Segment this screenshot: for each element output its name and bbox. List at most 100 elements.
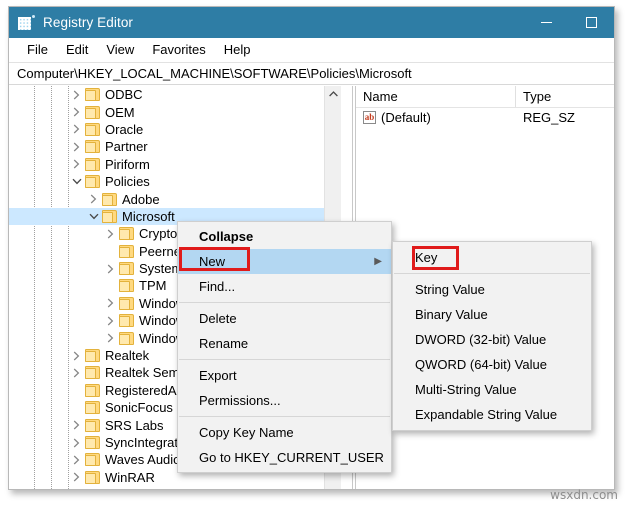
- folder-icon: [85, 366, 100, 380]
- chevron-right-icon[interactable]: [68, 368, 85, 378]
- chevron-down-icon[interactable]: [68, 178, 85, 185]
- title-bar: Registry Editor: [9, 7, 614, 38]
- column-header-name[interactable]: Name: [356, 86, 516, 107]
- registry-values-list[interactable]: ab (Default) REG_SZ: [356, 108, 614, 127]
- chevron-right-icon[interactable]: [102, 264, 119, 274]
- folder-icon: [119, 296, 134, 310]
- context-menu-item-find[interactable]: Find...: [178, 274, 391, 299]
- chevron-right-icon[interactable]: [68, 455, 85, 465]
- context-menu-item-collapse[interactable]: Collapse: [178, 224, 391, 249]
- chevron-right-icon[interactable]: [68, 438, 85, 448]
- menu-item-favorites[interactable]: Favorites: [143, 38, 214, 62]
- chevron-right-icon: ▶: [374, 256, 382, 267]
- folder-icon: [85, 122, 100, 136]
- chevron-right-icon[interactable]: [68, 420, 85, 430]
- chevron-right-icon[interactable]: [102, 298, 119, 308]
- menu-item-file[interactable]: File: [18, 38, 57, 62]
- submenu-item-string-value[interactable]: String Value: [393, 277, 591, 302]
- registry-path-text: Computer\HKEY_LOCAL_MACHINE\SOFTWARE\Pol…: [17, 66, 412, 81]
- tree-item-label: Partner: [105, 139, 148, 155]
- chevron-right-icon[interactable]: [68, 107, 85, 117]
- maximize-button[interactable]: [569, 7, 614, 38]
- column-header-type[interactable]: Type: [516, 86, 614, 107]
- chevron-right-icon[interactable]: [68, 472, 85, 482]
- value-row[interactable]: ab (Default) REG_SZ: [356, 108, 614, 127]
- submenu-item-expandable-string-value[interactable]: Expandable String Value: [393, 402, 591, 427]
- folder-icon: [85, 383, 100, 397]
- submenu-item-qword-64bit-value[interactable]: QWORD (64-bit) Value: [393, 352, 591, 377]
- tree-item-odbc[interactable]: ODBC: [9, 86, 339, 103]
- folder-icon: [85, 401, 100, 415]
- tree-item-label: SRS Labs: [105, 417, 164, 433]
- string-value-icon: ab: [363, 111, 376, 124]
- tree-item-piriform[interactable]: Piriform: [9, 156, 339, 173]
- tree-item-label: Realtek: [105, 348, 150, 364]
- folder-icon: [119, 227, 134, 241]
- chevron-right-icon[interactable]: [68, 124, 85, 134]
- chevron-right-icon[interactable]: [102, 316, 119, 326]
- context-menu-separator: [179, 302, 390, 303]
- registry-editor-icon: [18, 14, 35, 31]
- tree-item-partner[interactable]: Partner: [9, 138, 339, 155]
- tree-item-label: OEM: [105, 104, 135, 120]
- tree-item-oracle[interactable]: Oracle: [9, 121, 339, 138]
- folder-icon: [119, 331, 134, 345]
- context-menu-item-delete[interactable]: Delete: [178, 306, 391, 331]
- submenu-separator: [394, 273, 590, 274]
- chevron-right-icon[interactable]: [102, 333, 119, 343]
- menu-item-view[interactable]: View: [97, 38, 143, 62]
- menu-item-help[interactable]: Help: [215, 38, 260, 62]
- minimize-button[interactable]: [524, 7, 569, 38]
- tree-item-label: Microsoft: [122, 208, 175, 224]
- chevron-right-icon[interactable]: [85, 194, 102, 204]
- list-column-headers: Name Type: [356, 86, 614, 108]
- context-menu-item-rename[interactable]: Rename: [178, 331, 391, 356]
- tree-item-label: Waves Audio: [105, 452, 181, 468]
- chevron-right-icon[interactable]: [102, 229, 119, 239]
- folder-icon: [85, 349, 100, 363]
- scroll-up-icon[interactable]: [325, 86, 341, 102]
- tree-item-oem[interactable]: OEM: [9, 103, 339, 120]
- submenu-item-binary-value[interactable]: Binary Value: [393, 302, 591, 327]
- context-menu-item-export[interactable]: Export: [178, 363, 391, 388]
- context-menu-item-permissions[interactable]: Permissions...: [178, 388, 391, 413]
- tree-item-label: Policies: [105, 174, 150, 190]
- folder-icon: [85, 140, 100, 154]
- window-controls: [524, 7, 614, 38]
- tree-item-label: Adobe: [122, 191, 160, 207]
- address-bar[interactable]: Computer\HKEY_LOCAL_MACHINE\SOFTWARE\Pol…: [9, 63, 614, 85]
- folder-icon: [119, 314, 134, 328]
- submenu-item-multi-string-value[interactable]: Multi-String Value: [393, 377, 591, 402]
- tree-item-label: Oracle: [105, 121, 144, 137]
- window-title: Registry Editor: [43, 15, 134, 30]
- tree-item-label: SonicFocus: [105, 400, 173, 416]
- context-menu-item-copy-key-name[interactable]: Copy Key Name: [178, 420, 391, 445]
- menu-item-edit[interactable]: Edit: [57, 38, 97, 62]
- submenu-item-key[interactable]: Key: [393, 245, 591, 270]
- tree-item-policies[interactable]: Policies: [9, 173, 339, 190]
- tree-item-label: Piriform: [105, 156, 150, 172]
- folder-icon: [102, 209, 117, 223]
- context-menu-separator: [179, 416, 390, 417]
- chevron-down-icon[interactable]: [85, 213, 102, 220]
- new-submenu[interactable]: Key String Value Binary Value DWORD (32-…: [392, 241, 592, 431]
- site-watermark: wsxdn.com: [550, 488, 618, 502]
- chevron-right-icon[interactable]: [68, 159, 85, 169]
- maximize-icon: [586, 17, 597, 28]
- context-menu-item-new[interactable]: New ▶: [178, 249, 391, 274]
- context-menu-item-go-to-hkcu[interactable]: Go to HKEY_CURRENT_USER: [178, 445, 391, 470]
- folder-icon: [85, 453, 100, 467]
- chevron-right-icon[interactable]: [68, 142, 85, 152]
- folder-icon: [119, 244, 134, 258]
- folder-icon: [85, 418, 100, 432]
- tree-item-adobe[interactable]: Adobe: [9, 190, 339, 207]
- tree-item-label: WinRAR: [105, 469, 155, 485]
- chevron-right-icon[interactable]: [68, 90, 85, 100]
- folder-icon: [85, 175, 100, 189]
- registry-key-context-menu[interactable]: Collapse New ▶ Find... Delete Rename Exp…: [177, 221, 392, 473]
- folder-icon: [85, 157, 100, 171]
- chevron-right-icon[interactable]: [68, 351, 85, 361]
- folder-icon: [85, 436, 100, 449]
- submenu-item-dword-32bit-value[interactable]: DWORD (32-bit) Value: [393, 327, 591, 352]
- value-type-label: REG_SZ: [522, 110, 575, 125]
